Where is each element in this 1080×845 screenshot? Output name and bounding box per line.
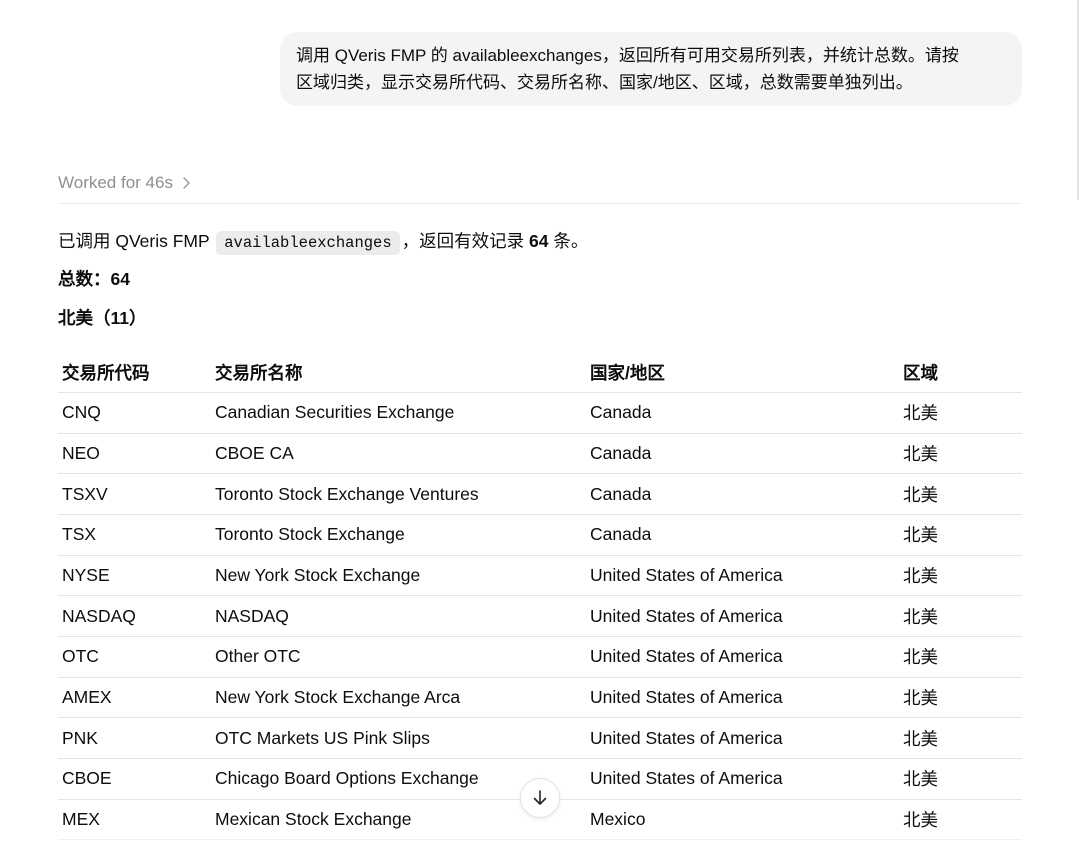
bottom-fade <box>0 835 1080 845</box>
exchange-name-cell: NASDAQ <box>215 605 289 626</box>
worked-for-toggle[interactable]: Worked for 46s <box>58 169 190 197</box>
intro-suffix: 条。 <box>548 231 589 251</box>
worked-for-label: Worked for 46s <box>58 173 173 192</box>
exchange-name-cell: CBOE CA <box>215 442 294 463</box>
exchange-code-cell: PNK <box>62 727 98 748</box>
exchange-name-cell: Other OTC <box>215 646 301 667</box>
total-count: 总数：64 <box>58 269 130 289</box>
region-cell: 北美 <box>903 647 938 668</box>
chat-page: 调用 QVeris FMP 的 availableexchanges，返回所有可… <box>0 0 1080 845</box>
scrollbar-thumb[interactable] <box>1077 0 1079 200</box>
exchange-code-cell: MEX <box>62 808 100 829</box>
exchange-name-cell: Toronto Stock Exchange Ventures <box>215 483 479 504</box>
exchange-code-cell: CBOE <box>62 768 112 789</box>
exchange-code-cell: NASDAQ <box>62 605 136 626</box>
table-row: AMEX New York Stock Exchange Arca United S… <box>58 678 1022 719</box>
user-message-bubble: 调用 QVeris FMP 的 availableexchanges，返回所有可… <box>280 32 1022 106</box>
table-row: OTC Other OTC United States of America 北美 <box>58 637 1022 678</box>
table-row: TSXV Toronto Stock Exchange Ventures Canad… <box>58 474 1022 515</box>
intro-paragraph: 已调用 QVeris FMP availableexchanges ，返回有效记录… <box>58 227 588 255</box>
table-row: CNQ Canadian Securities Exchange Canada 北美 <box>58 393 1022 434</box>
user-message-line: 调用 QVeris FMP 的 availableexchanges，返回所有可… <box>296 46 959 65</box>
header-exchange-code: 交易所代码 <box>62 363 150 383</box>
region-heading: 北美（11） <box>58 308 147 328</box>
region-cell: 北美 <box>903 403 938 424</box>
country-cell: Mexico <box>590 808 646 829</box>
divider <box>58 203 1022 204</box>
scroll-to-bottom-button[interactable] <box>520 778 560 818</box>
region-cell: 北美 <box>903 606 938 627</box>
exchange-code-cell: NEO <box>62 442 100 463</box>
country-cell: United States of America <box>590 605 783 626</box>
table-row: NASDAQ NASDAQ United States of America 北美 <box>58 596 1022 637</box>
region-cell: 北美 <box>903 484 938 505</box>
table-header-row: 交易所代码 交易所名称 国家/地区 区域 <box>58 353 1022 393</box>
country-cell: Canada <box>590 483 652 504</box>
country-cell: United States of America <box>590 646 783 667</box>
exchange-code-cell: TSX <box>62 524 97 545</box>
user-message-line: 区域归类，显示交易所代码、交易所名称、国家/地区、区域，总数需要单独列出。 <box>296 73 913 92</box>
exchange-name-cell: New York Stock Exchange <box>215 564 421 585</box>
exchange-code-cell: NYSE <box>62 564 110 585</box>
region-cell: 北美 <box>903 687 938 708</box>
table-header: 交易所代码 交易所名称 国家/地区 区域 <box>58 353 1022 393</box>
country-cell: United States of America <box>590 686 783 707</box>
exchange-name-cell: Canadian Securities Exchange <box>215 402 455 423</box>
intro-middle: ，返回有效记录 <box>401 231 530 251</box>
region-cell: 北美 <box>903 769 938 790</box>
exchanges-table: 交易所代码 交易所名称 国家/地区 区域 CNQ Canadian Securit… <box>58 353 1022 841</box>
region-cell: 北美 <box>903 443 938 464</box>
inline-code: availableexchanges <box>216 231 400 255</box>
table-row: PNK OTC Markets US Pink Slips United State… <box>58 718 1022 759</box>
region-cell: 北美 <box>903 525 938 546</box>
country-cell: Canada <box>590 402 652 423</box>
exchange-code-cell: TSXV <box>62 483 108 504</box>
exchange-name-cell: Toronto Stock Exchange <box>215 524 405 545</box>
exchange-code-cell: OTC <box>62 646 99 667</box>
exchange-code-cell: CNQ <box>62 402 101 423</box>
header-exchange-name: 交易所名称 <box>215 363 303 383</box>
table-row: NYSE New York Stock Exchange United States… <box>58 556 1022 597</box>
exchange-name-cell: New York Stock Exchange Arca <box>215 686 461 707</box>
header-region: 区域 <box>903 363 938 383</box>
header-country: 国家/地区 <box>590 363 665 383</box>
country-cell: Canada <box>590 524 652 545</box>
region-cell: 北美 <box>903 565 938 586</box>
table-row: NEO CBOE CA Canada 北美 <box>58 434 1022 475</box>
table-row: TSX Toronto Stock Exchange Canada 北美 <box>58 515 1022 556</box>
table-body: CNQ Canadian Securities Exchange Canada 北美 N… <box>58 393 1022 841</box>
country-cell: Canada <box>590 442 652 463</box>
region-cell: 北美 <box>903 728 938 749</box>
exchange-name-cell: OTC Markets US Pink Slips <box>215 727 430 748</box>
exchange-code-cell: AMEX <box>62 686 112 707</box>
country-cell: United States of America <box>590 564 783 585</box>
record-count: 64 <box>529 231 549 251</box>
intro-prefix: 已调用 QVeris FMP <box>58 231 215 251</box>
arrow-down-icon <box>530 788 550 808</box>
country-cell: United States of America <box>590 727 783 748</box>
country-cell: United States of America <box>590 768 783 789</box>
region-cell: 北美 <box>903 809 938 830</box>
chevron-right-icon <box>182 177 190 189</box>
